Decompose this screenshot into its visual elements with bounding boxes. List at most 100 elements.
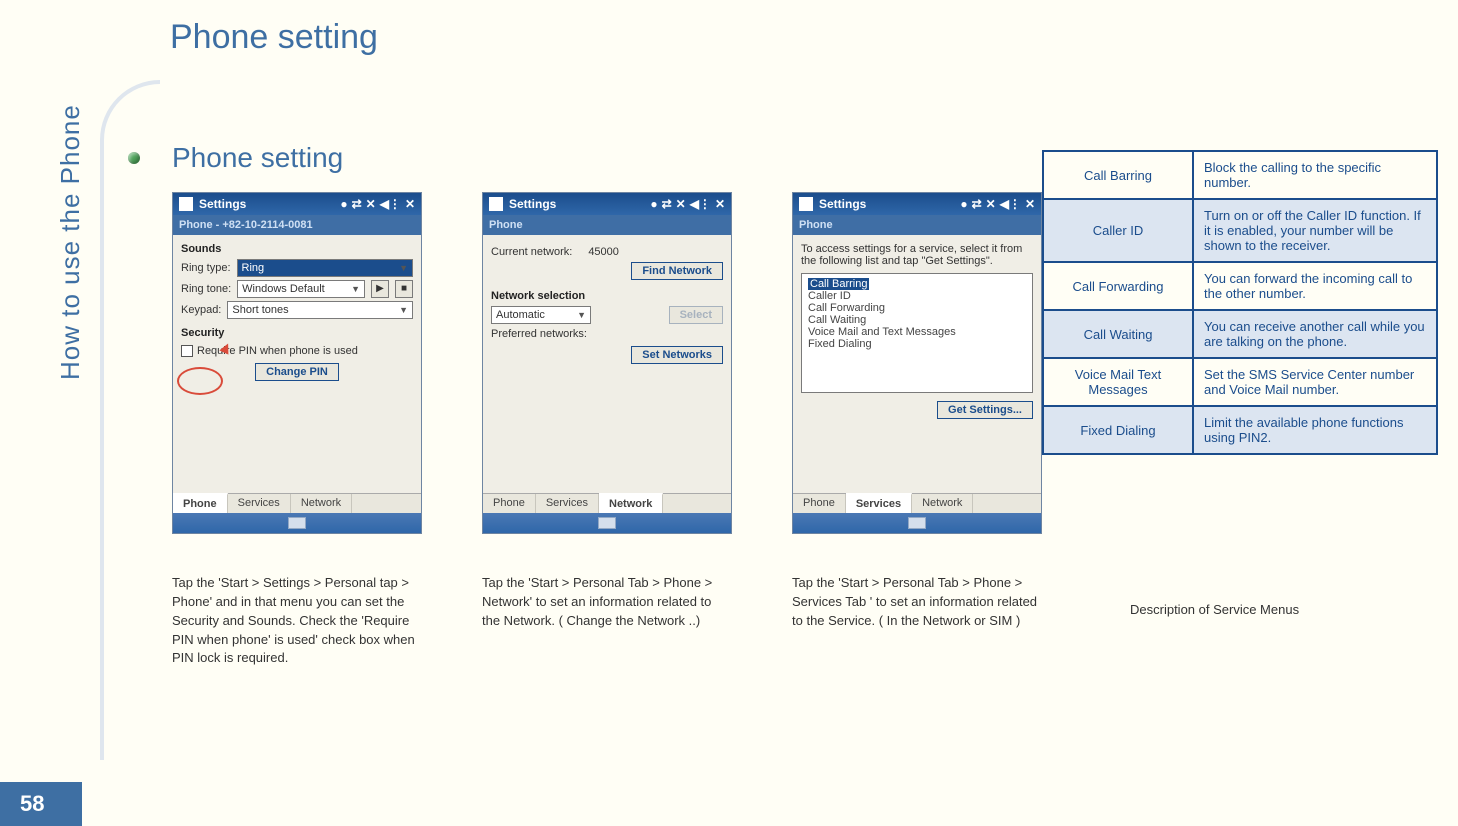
tab-network[interactable]: Network <box>599 493 663 513</box>
current-network-value: 45000 <box>588 246 619 258</box>
volume-icon: ◀⋮ <box>380 197 401 211</box>
table-row: Call Waiting You can receive another cal… <box>1043 310 1437 358</box>
ring-type-value: Ring <box>242 262 265 274</box>
tabs: Phone Services Network <box>793 493 1041 513</box>
chevron-down-icon: ▼ <box>399 263 408 273</box>
titlebar: Settings ● ⇄ ✕ ◀⋮ ✕ <box>483 193 731 215</box>
network-selection-value: Automatic <box>496 309 545 321</box>
page-title: Phone setting <box>170 18 378 57</box>
table-row: Call Barring Block the calling to the sp… <box>1043 151 1437 199</box>
section-title: Phone setting <box>172 142 343 174</box>
keypad-combo[interactable]: Short tones ▼ <box>227 301 413 319</box>
close-icon[interactable]: ✕ <box>1025 197 1035 211</box>
tab-services[interactable]: Services <box>536 494 599 513</box>
body: Sounds Ring type: Ring ▼ Ring tone: Wind… <box>173 235 421 493</box>
screenshot-col-3: Settings ● ⇄ ✕ ◀⋮ ✕ Phone To access sett… <box>792 192 1042 668</box>
sounds-heading: Sounds <box>181 243 413 255</box>
lock-icon: ✕ <box>986 197 996 211</box>
preferred-networks-label: Preferred networks: <box>491 328 587 340</box>
device-network: Settings ● ⇄ ✕ ◀⋮ ✕ Phone Current networ… <box>482 192 732 534</box>
get-settings-button[interactable]: Get Settings... <box>937 401 1033 419</box>
system-tray: ● ⇄ ✕ ◀⋮ ✕ <box>960 197 1035 211</box>
set-networks-button[interactable]: Set Networks <box>631 346 723 364</box>
caption-3: Tap the 'Start > Personal Tab > Phone > … <box>792 574 1042 631</box>
table-row: Voice Mail Text Messages Set the SMS Ser… <box>1043 358 1437 406</box>
find-network-button[interactable]: Find Network <box>631 262 723 280</box>
ring-type-label: Ring type: <box>181 262 231 274</box>
require-pin-checkbox[interactable]: Require PIN when phone is used <box>181 345 413 357</box>
subheader: Phone <box>793 215 1041 235</box>
ring-tone-combo[interactable]: Windows Default ▼ <box>237 280 365 298</box>
ring-type-combo[interactable]: Ring ▼ <box>237 259 413 277</box>
keyboard-icon[interactable] <box>908 517 926 529</box>
stop-button[interactable]: ■ <box>395 280 413 298</box>
table-row: Fixed Dialing Limit the available phone … <box>1043 406 1437 454</box>
tab-phone[interactable]: Phone <box>483 494 536 513</box>
list-item[interactable]: Voice Mail and Text Messages <box>808 326 1026 338</box>
subheader: Phone <box>483 215 731 235</box>
service-name: Caller ID <box>1043 199 1193 262</box>
service-desc: Block the calling to the specific number… <box>1193 151 1437 199</box>
list-item[interactable]: Fixed Dialing <box>808 338 1026 350</box>
windows-icon <box>799 197 813 211</box>
list-item[interactable]: Call Waiting <box>808 314 1026 326</box>
side-section-label: How to use the Phone <box>55 104 86 380</box>
chevron-down-icon: ▼ <box>399 305 408 315</box>
keypad-label: Keypad: <box>181 304 221 316</box>
tab-services[interactable]: Services <box>846 493 912 513</box>
sync-icon: ⇄ <box>352 197 362 211</box>
ring-tone-value: Windows Default <box>242 283 325 295</box>
tab-phone[interactable]: Phone <box>793 494 846 513</box>
screenshots-row: Settings ● ⇄ ✕ ◀⋮ ✕ Phone - +82-10-2114-… <box>172 192 1042 668</box>
tab-network[interactable]: Network <box>912 494 973 513</box>
subheader: Phone - +82-10-2114-0081 <box>173 215 421 235</box>
tab-network[interactable]: Network <box>291 494 352 513</box>
sync-icon: ⇄ <box>662 197 672 211</box>
select-button: Select <box>669 306 723 324</box>
screenshot-col-1: Settings ● ⇄ ✕ ◀⋮ ✕ Phone - +82-10-2114-… <box>172 192 422 668</box>
service-desc: Set the SMS Service Center number and Vo… <box>1193 358 1437 406</box>
table-row: Call Forwarding You can forward the inco… <box>1043 262 1437 310</box>
service-name: Call Waiting <box>1043 310 1193 358</box>
network-selection-combo[interactable]: Automatic ▼ <box>491 306 591 324</box>
titlebar: Settings ● ⇄ ✕ ◀⋮ ✕ <box>173 193 421 215</box>
services-listbox[interactable]: Call Barring Caller ID Call Forwarding C… <box>801 273 1033 393</box>
system-tray: ● ⇄ ✕ ◀⋮ ✕ <box>340 197 415 211</box>
change-pin-button[interactable]: Change PIN <box>255 363 339 381</box>
close-icon[interactable]: ✕ <box>715 197 725 211</box>
system-tray: ● ⇄ ✕ ◀⋮ ✕ <box>650 197 725 211</box>
list-item[interactable]: Call Barring <box>808 278 869 290</box>
service-description-table: Call Barring Block the calling to the sp… <box>1042 150 1438 455</box>
checkbox-icon <box>181 345 193 357</box>
tabs: Phone Services Network <box>483 493 731 513</box>
bullet-icon <box>128 152 140 164</box>
sync-icon: ⇄ <box>972 197 982 211</box>
network-selection-heading: Network selection <box>491 290 723 302</box>
tab-phone[interactable]: Phone <box>173 493 228 513</box>
titlebar-text: Settings <box>509 197 556 211</box>
tab-services[interactable]: Services <box>228 494 291 513</box>
list-item[interactable]: Call Forwarding <box>808 302 1026 314</box>
screenshot-col-2: Settings ● ⇄ ✕ ◀⋮ ✕ Phone Current networ… <box>482 192 732 668</box>
service-name: Voice Mail Text Messages <box>1043 358 1193 406</box>
signal-icon: ● <box>650 197 657 211</box>
close-icon[interactable]: ✕ <box>405 197 415 211</box>
windows-icon <box>489 197 503 211</box>
service-desc: You can forward the incoming call to the… <box>1193 262 1437 310</box>
keyboard-icon[interactable] <box>598 517 616 529</box>
lock-icon: ✕ <box>676 197 686 211</box>
service-name: Call Forwarding <box>1043 262 1193 310</box>
decorative-curve <box>100 80 160 760</box>
annotation-circle <box>177 367 223 395</box>
ring-tone-label: Ring tone: <box>181 283 231 295</box>
caption-2: Tap the 'Start > Personal Tab > Phone > … <box>482 574 732 631</box>
service-name: Call Barring <box>1043 151 1193 199</box>
play-button[interactable]: ▶ <box>371 280 389 298</box>
caption-1: Tap the 'Start > Settings > Personal tap… <box>172 574 422 668</box>
signal-icon: ● <box>960 197 967 211</box>
signal-icon: ● <box>340 197 347 211</box>
list-item[interactable]: Caller ID <box>808 290 1026 302</box>
body: Current network: 45000 Find Network Netw… <box>483 235 731 493</box>
tabs: Phone Services Network <box>173 493 421 513</box>
keyboard-icon[interactable] <box>288 517 306 529</box>
